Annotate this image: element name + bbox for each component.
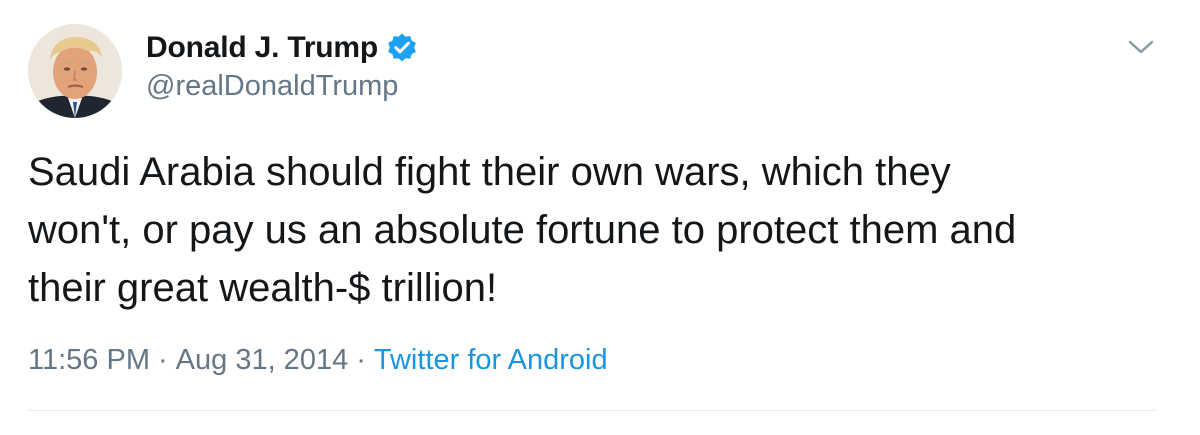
tweet-time[interactable]: 11:56 PM <box>28 344 150 376</box>
tweet-source-link[interactable]: Twitter for Android <box>374 344 608 376</box>
display-name[interactable]: Donald J. Trump <box>146 31 378 65</box>
verified-badge-icon <box>386 32 418 64</box>
tweet-text: Saudi Arabia should fight their own wars… <box>28 143 1168 317</box>
tweet-text-line: Saudi Arabia should fight their own wars… <box>28 150 951 194</box>
divider <box>28 410 1156 411</box>
author-name-row: Donald J. Trump <box>146 28 418 68</box>
tweet-text-line: won't, or pay us an absolute fortune to … <box>28 208 1017 252</box>
chevron-down-icon[interactable] <box>1124 30 1158 64</box>
meta-separator: · <box>157 344 168 376</box>
user-handle[interactable]: @realDonaldTrump <box>146 70 398 103</box>
avatar[interactable] <box>28 24 122 118</box>
tweet-card: Donald J. Trump @realDonaldTrump Saudi A… <box>0 0 1200 435</box>
tweet-date[interactable]: Aug 31, 2014 <box>176 344 349 376</box>
avatar-image <box>28 24 122 118</box>
meta-separator: · <box>356 344 366 376</box>
tweet-text-line: their great wealth-$ trillion! <box>28 266 498 310</box>
tweet-meta: 11:56 PM · Aug 31, 2014 · Twitter for Androi… <box>28 344 608 377</box>
